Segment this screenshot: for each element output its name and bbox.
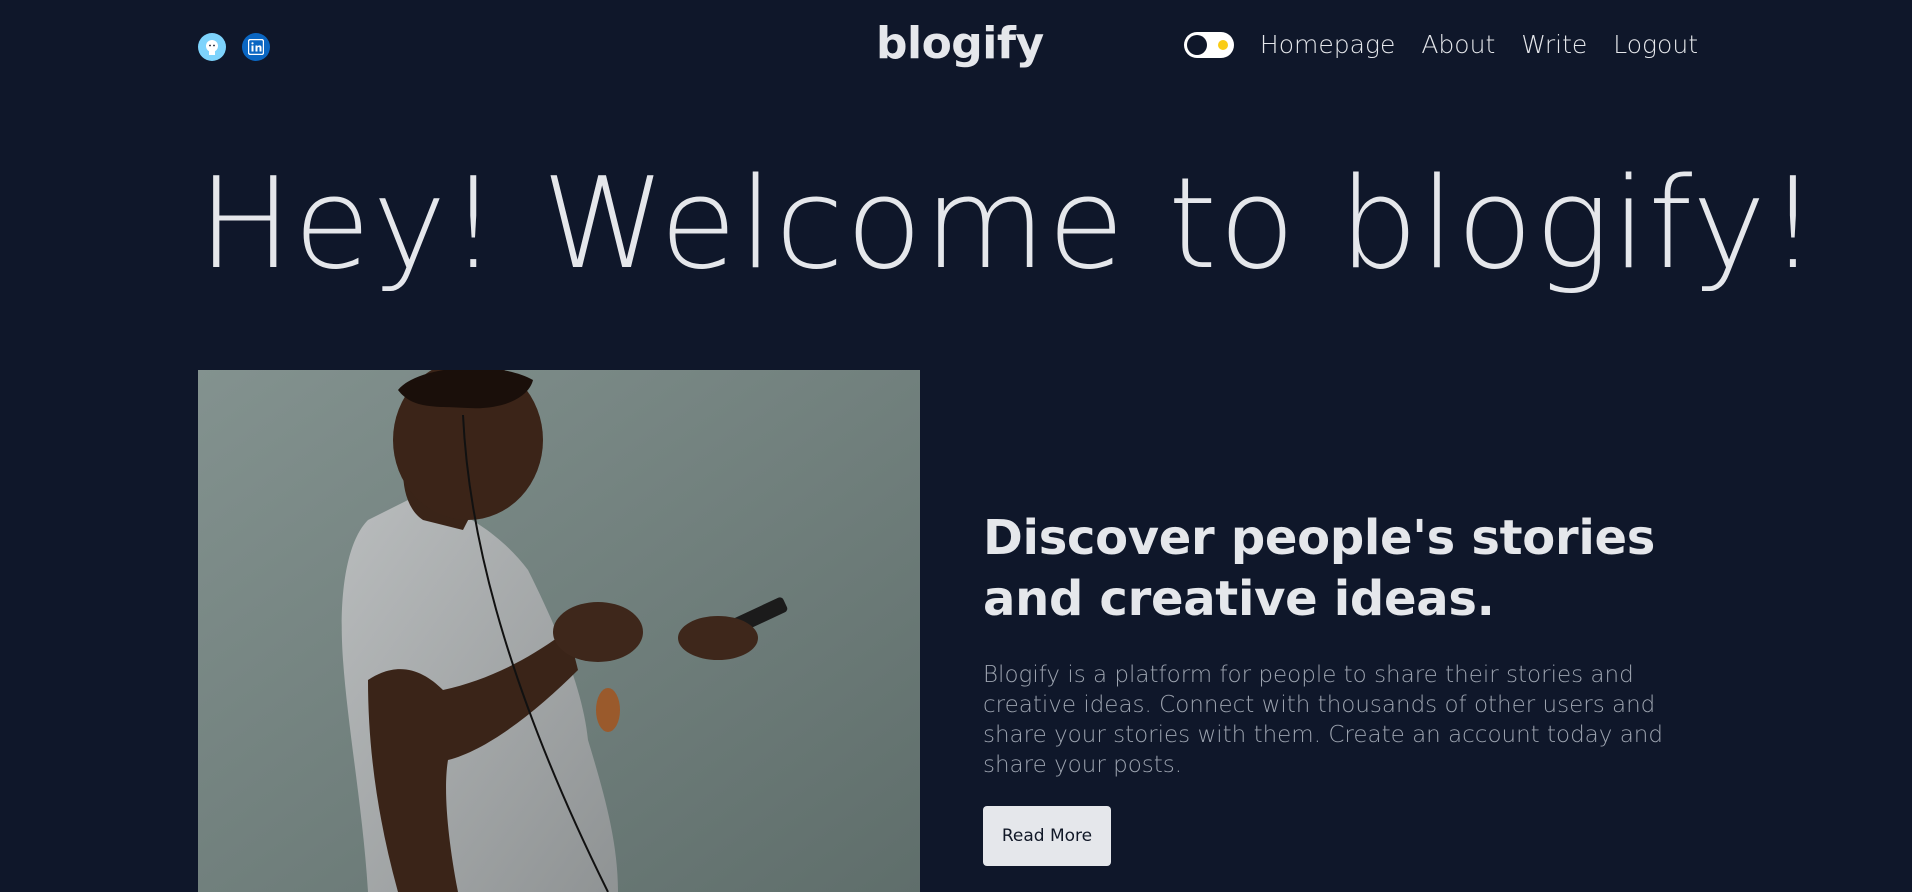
nav-logout[interactable]: Logout <box>1613 30 1698 59</box>
feature-section: Discover people's stories and creative i… <box>983 508 1723 866</box>
sun-indicator-icon <box>1217 39 1228 50</box>
nav-about[interactable]: About <box>1421 30 1495 59</box>
read-more-button[interactable]: Read More <box>983 806 1111 866</box>
github-icon[interactable] <box>198 33 226 61</box>
linkedin-icon[interactable] <box>242 33 270 61</box>
hero-image <box>198 370 920 892</box>
feature-headline: Discover people's stories and creative i… <box>983 510 1656 627</box>
brand-logo[interactable]: blogify <box>876 18 1044 69</box>
nav-write[interactable]: Write <box>1521 30 1587 59</box>
toggle-knob <box>1186 34 1207 55</box>
social-links <box>198 33 270 61</box>
feature-description: Blogify is a platform for people to shar… <box>983 662 1663 778</box>
page: blogify Homepage About Write Logout Hey!… <box>0 0 1912 892</box>
hero-title: Hey! Welcome to blogify! <box>198 150 1820 297</box>
nav-links: Homepage About Write Logout <box>1183 30 1698 59</box>
nav-homepage[interactable]: Homepage <box>1260 30 1395 59</box>
navbar: blogify Homepage About Write Logout <box>198 0 1698 100</box>
theme-toggle[interactable] <box>1183 31 1234 58</box>
